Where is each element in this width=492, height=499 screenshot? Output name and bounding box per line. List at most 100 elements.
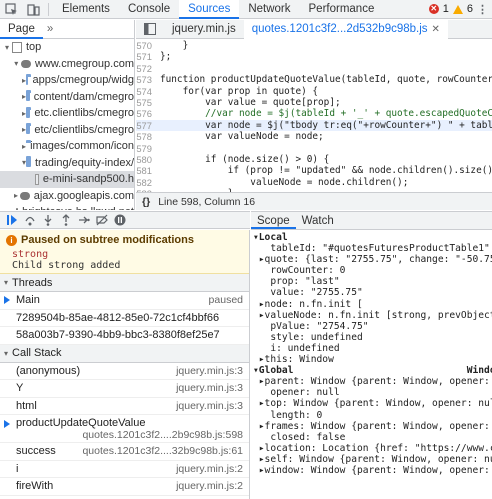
tree-item[interactable]: ▸ content/dam/cmegro: [0, 89, 134, 106]
tab-elements[interactable]: Elements: [53, 0, 119, 19]
more-options-icon[interactable]: ⋮: [477, 3, 488, 16]
expand-arrow-icon[interactable]: ▸: [12, 191, 20, 200]
tree-item[interactable]: ▸brightcove.hs.llnwd.net: [0, 204, 134, 210]
line-number[interactable]: 581: [136, 165, 160, 176]
warning-icon[interactable]: [452, 4, 463, 14]
threads-header[interactable]: ▾ Threads: [0, 274, 249, 292]
thread-name: 7289504b-85ae-4812-85e0-72c1cf4bbf66: [16, 311, 220, 324]
scope-entry[interactable]: ▸self: Window {parent: Window, opener: n…: [253, 454, 492, 465]
tab-quotes-js[interactable]: quotes.1201c3f2...2d532b9c98b.js ✕: [243, 20, 448, 39]
tree-item[interactable]: ▸ etc/clientlibs/cmegro: [0, 122, 134, 139]
cloud-icon: [20, 191, 30, 200]
error-count[interactable]: 1: [443, 3, 449, 15]
tree-item-label: www.cmegroup.com: [34, 57, 134, 70]
step-out-icon[interactable]: [60, 214, 72, 226]
line-number[interactable]: 573: [136, 74, 160, 85]
scope-entry[interactable]: rowCounter: 0: [253, 265, 492, 276]
close-tab-icon[interactable]: ✕: [432, 20, 440, 39]
scope-entry[interactable]: ▸location: Location {href: "https://www.…: [253, 443, 492, 454]
code-lines[interactable]: 570 } 571}; 572 573 function productUpdateQu…: [136, 40, 492, 210]
tab-jquery-min-js[interactable]: jquery.min.js: [164, 20, 244, 39]
callstack-header[interactable]: ▾ Call Stack: [0, 344, 249, 363]
callstack-frame[interactable]: i jquery.min.js:2: [0, 461, 249, 478]
scope-entry[interactable]: closed: false: [253, 432, 492, 443]
inspect-element-icon[interactable]: [0, 0, 22, 19]
tab-network[interactable]: Network: [239, 0, 299, 19]
tab-sources[interactable]: Sources: [179, 0, 240, 19]
toggle-navigator-icon[interactable]: [136, 20, 164, 39]
pause-on-exceptions-icon[interactable]: [114, 214, 126, 226]
warning-count[interactable]: 6: [467, 3, 473, 15]
line-number[interactable]: 579: [136, 143, 160, 154]
line-number[interactable]: 571: [136, 51, 160, 62]
line-number[interactable]: 572: [136, 63, 160, 74]
scope-entry[interactable]: ▸node: n.fn.init [: [253, 299, 492, 310]
deactivate-breakpoints-icon[interactable]: [96, 214, 108, 226]
scope-entry[interactable]: ▸quote: {last: "2755.75", change: "-50.7…: [253, 254, 492, 265]
line-number[interactable]: 578: [136, 131, 160, 142]
line-number[interactable]: 577: [136, 120, 160, 131]
line-number[interactable]: 582: [136, 177, 160, 188]
tree-item[interactable]: ▾ www.cmegroup.com: [0, 56, 134, 73]
scope-entry[interactable]: tableId: "#quotesFuturesProductTable1": [253, 243, 492, 254]
tree-item[interactable]: ▸ images/common/icon: [0, 138, 134, 155]
tree-item[interactable]: ▸ etc.clientlibs/cmegro: [0, 105, 134, 122]
line-number[interactable]: 576: [136, 108, 160, 119]
resume-icon[interactable]: [6, 214, 18, 226]
frame-name: html: [16, 399, 37, 412]
line-number[interactable]: 570: [136, 40, 160, 51]
callstack-frame[interactable]: productUpdateQuoteValue quotes.1201c3f2..…: [0, 415, 249, 443]
callstack-frame[interactable]: success quotes.1201c3f2....32b9c98b.js:61: [0, 443, 249, 461]
step-over-icon[interactable]: [24, 214, 36, 226]
device-toolbar-icon[interactable]: [22, 0, 44, 19]
thread-row[interactable]: 7289504b-85ae-4812-85e0-72c1cf4bbf66: [0, 310, 249, 327]
tree-item[interactable]: e-mini-sandp500.h: [0, 171, 134, 188]
thread-row[interactable]: Main paused: [0, 292, 249, 310]
scope-entry[interactable]: ▾Local: [253, 232, 492, 243]
tab-page[interactable]: Page: [0, 20, 43, 39]
callstack-frame[interactable]: fireWith jquery.min.js:2: [0, 478, 249, 496]
callstack-frame[interactable]: (anonymous) jquery.min.js:3: [0, 363, 249, 380]
tab-performance[interactable]: Performance: [300, 0, 384, 19]
callstack-frame[interactable]: Yjquery.min.js:3: [0, 380, 249, 398]
step-into-icon[interactable]: [42, 214, 54, 226]
scope-entry[interactable]: ▾Global Window: [253, 365, 492, 376]
scope-entry[interactable]: prop: "last": [253, 276, 492, 287]
callstack-frame[interactable]: html jquery.min.js:3: [0, 398, 249, 415]
scope-entry[interactable]: ▸frames: Window {parent: Window, opener:…: [253, 421, 492, 432]
scope-entry[interactable]: ▸parent: Window {parent: Window, opener:…: [253, 376, 492, 387]
expand-arrow-icon[interactable]: ▾: [12, 59, 21, 68]
tab-watch[interactable]: Watch: [296, 212, 340, 229]
scope-entry[interactable]: pValue: "2754.75": [253, 321, 492, 332]
tab-scope[interactable]: Scope: [251, 212, 296, 229]
scope-entry[interactable]: ▸window: Window {parent: Window, opener:…: [253, 465, 492, 476]
thread-row[interactable]: 58a003b7-9390-4bb9-bbc3-8380f8ef25e7: [0, 327, 249, 345]
more-tabs-icon[interactable]: »: [43, 23, 57, 35]
tree-item[interactable]: ▾ trading/equity-index/: [0, 155, 134, 172]
scope-entry[interactable]: i: undefined: [253, 343, 492, 354]
scope-entry[interactable]: ▸valueNode: n.fn.init [strong, prevObjec…: [253, 310, 492, 321]
code-text: var valueNode = node;: [160, 131, 324, 143]
scope-entry[interactable]: opener: null: [253, 387, 492, 398]
callstack-frame[interactable]: yjquery.min.js:4: [0, 496, 249, 499]
tree-item[interactable]: ▸ ajax.googleapis.com: [0, 188, 134, 205]
step-icon[interactable]: [78, 214, 90, 226]
expand-arrow-icon[interactable]: ▾: [2, 43, 12, 52]
scope-entry[interactable]: ▸top: Window {parent: Window, opener: nu…: [253, 398, 492, 409]
paused-element[interactable]: strong: [6, 249, 243, 260]
line-number[interactable]: 580: [136, 154, 160, 165]
tab-console[interactable]: Console: [119, 0, 179, 19]
scope-entry[interactable]: style: undefined: [253, 332, 492, 343]
error-icon[interactable]: ✕: [428, 4, 439, 14]
code-line: 575 var value = quote[prop];: [136, 97, 492, 108]
scope-entry[interactable]: value: "2755.75": [253, 287, 492, 298]
tree-item[interactable]: ▸ apps/cmegroup/widg: [0, 72, 134, 89]
pretty-print-icon[interactable]: {}: [142, 196, 150, 208]
tree-item[interactable]: ▾ top: [0, 39, 134, 56]
line-number[interactable]: 574: [136, 86, 160, 97]
threads-title: Threads: [12, 276, 53, 289]
code-line: 578 var valueNode = node;: [136, 131, 492, 142]
line-number[interactable]: 575: [136, 97, 160, 108]
scope-entry[interactable]: length: 0: [253, 410, 492, 421]
scope-entry[interactable]: ▸this: Window: [253, 354, 492, 365]
